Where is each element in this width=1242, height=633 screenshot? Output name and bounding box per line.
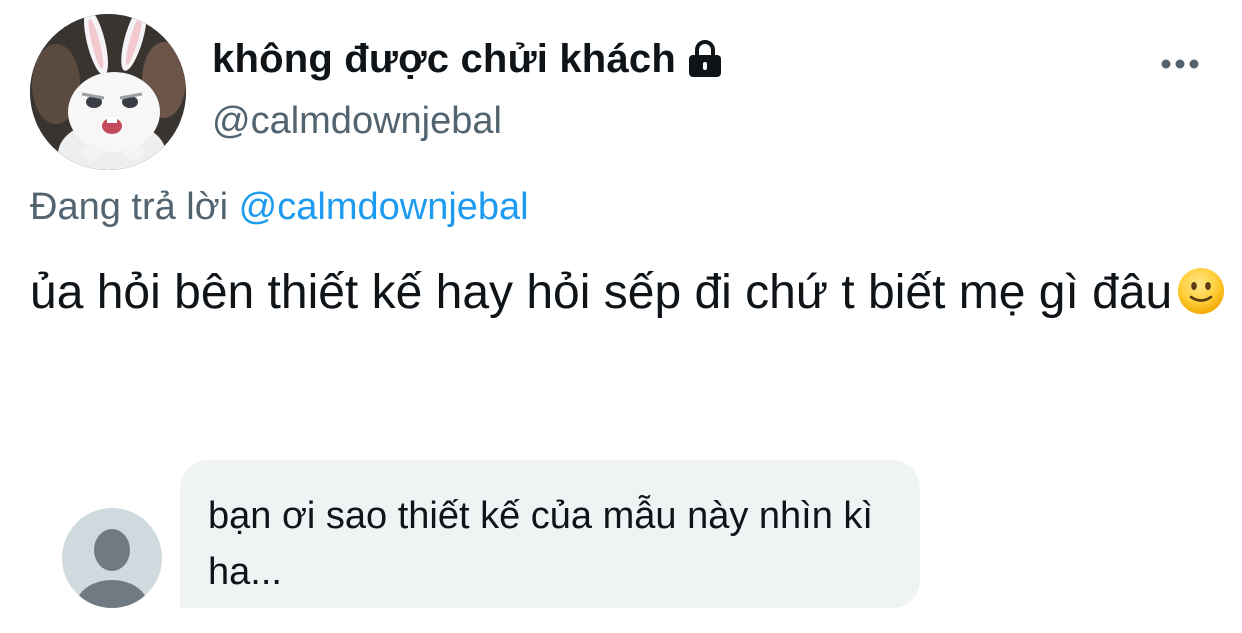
- rabbit-avatar-icon: [30, 14, 186, 170]
- replying-to-mention-link[interactable]: @calmdownjebal: [239, 186, 529, 228]
- lock-icon: [686, 39, 724, 79]
- slightly-smiling-face-icon: [1176, 264, 1226, 314]
- quoted-message-bubble: bạn ơi sao thiết kế của mẫu này nhìn kì …: [180, 460, 920, 608]
- profile-name-row: không được chửi khách: [212, 34, 724, 84]
- replying-to: Đang trả lời @calmdownjebal: [30, 186, 529, 229]
- quoted-message-text: bạn ơi sao thiết kế của mẫu này nhìn kì …: [208, 495, 873, 593]
- display-name[interactable]: không được chửi khách: [212, 37, 676, 82]
- default-user-icon: [76, 529, 148, 608]
- more-horizontal-icon: [1161, 59, 1199, 69]
- tweet-body: ủa hỏi bên thiết kế hay hỏi sếp đi chứ t…: [30, 266, 1173, 319]
- profile-avatar[interactable]: [30, 14, 186, 170]
- more-options-button[interactable]: [1150, 46, 1210, 82]
- tweet-text: ủa hỏi bên thiết kế hay hỏi sếp đi chứ t…: [30, 256, 1230, 330]
- profile-handle[interactable]: @calmdownjebal: [212, 100, 502, 143]
- replying-to-label: Đang trả lời: [30, 186, 229, 228]
- quoted-user-avatar: [62, 508, 162, 608]
